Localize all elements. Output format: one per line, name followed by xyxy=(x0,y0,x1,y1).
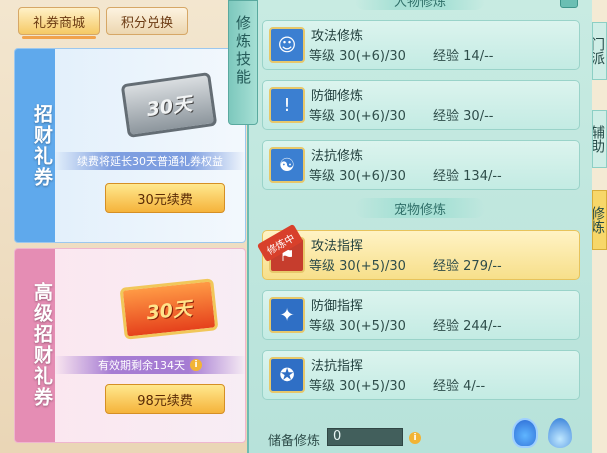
info-icon[interactable]: i xyxy=(409,432,421,444)
reserve-cultivation-field[interactable]: 0 xyxy=(327,428,403,446)
tab-points-exchange[interactable]: 积分兑换 xyxy=(106,7,188,35)
skill-name: 防御修炼 xyxy=(311,89,364,104)
card-title: 高级招财礼券 xyxy=(31,282,53,408)
skill-level: 等级 30(+6)/30 xyxy=(309,109,406,124)
renew-98-button[interactable]: 98元续费 xyxy=(105,384,225,414)
skill-name: 攻法修炼 xyxy=(311,29,364,44)
card-title: 招财礼券 xyxy=(31,104,53,188)
skill-name: 攻法指挥 xyxy=(311,239,364,254)
skill-level: 等级 30(+6)/30 xyxy=(309,169,406,184)
skill-exp: 经验 4/-- xyxy=(433,379,486,394)
skill-name: 法抗修炼 xyxy=(311,149,364,164)
skill-exp: 经验 279/-- xyxy=(433,259,502,274)
potion-icon[interactable] xyxy=(512,418,538,448)
taiji-icon: ☯ xyxy=(269,147,305,183)
cultivation-skills-tab[interactable]: 修炼技能 xyxy=(228,0,258,125)
skill-name: 法抗指挥 xyxy=(311,359,364,374)
skill-row[interactable]: ☺ 攻法修炼 等级 30(+6)/30 经验 14/-- xyxy=(262,20,580,70)
character-cultivation-header: 人物修炼 xyxy=(355,0,485,10)
skill-exp: 经验 14/-- xyxy=(433,49,494,64)
tab-label: 修炼技能 xyxy=(234,15,252,87)
tab-gift-shop[interactable]: 礼券商城 xyxy=(18,7,100,35)
skill-level: 等级 30(+6)/30 xyxy=(309,49,406,64)
pet-cultivation-header: 宠物修炼 xyxy=(355,198,485,218)
red-ticket-icon: 30天 xyxy=(119,278,219,340)
paw-badge-icon: ✪ xyxy=(269,357,305,393)
active-tab-underline xyxy=(22,36,96,39)
renew-30-button[interactable]: 30元续费 xyxy=(105,183,225,213)
help-icon[interactable] xyxy=(560,0,578,8)
skill-level: 等级 30(+5)/30 xyxy=(309,319,406,334)
skill-row[interactable]: ! 防御修炼 等级 30(+6)/30 经验 30/-- xyxy=(262,80,580,130)
skill-level: 等级 30(+5)/30 xyxy=(309,379,406,394)
attack-figure-icon: ☺ xyxy=(269,27,305,63)
paw-shield-icon: ✦ xyxy=(269,297,305,333)
skill-row[interactable]: ✦ 防御指挥 等级 30(+5)/30 经验 244/-- xyxy=(262,290,580,340)
reserve-cultivation-label: 储备修炼 xyxy=(268,434,321,449)
card-info: 有效期剩余134天 i xyxy=(54,356,246,374)
info-icon[interactable]: i xyxy=(190,359,202,371)
tab-cultivation[interactable]: 修炼 xyxy=(592,190,607,250)
validity-text: 有效期剩余134天 xyxy=(98,359,185,372)
skill-name: 防御指挥 xyxy=(311,299,364,314)
skill-row[interactable]: ☯ 法抗修炼 等级 30(+6)/30 经验 134/-- xyxy=(262,140,580,190)
tab-auxiliary[interactable]: 辅助 xyxy=(592,110,607,168)
skill-exp: 经验 30/-- xyxy=(433,109,494,124)
skill-row[interactable]: ✪ 法抗指挥 等级 30(+5)/30 经验 4/-- xyxy=(262,350,580,400)
skill-exp: 经验 134/-- xyxy=(433,169,502,184)
skill-exp: 经验 244/-- xyxy=(433,319,502,334)
skill-level: 等级 30(+5)/30 xyxy=(309,259,406,274)
card-info: 续费将延长30天普通礼券权益 xyxy=(54,152,246,170)
defense-shield-icon: ! xyxy=(269,87,305,123)
skill-row-active[interactable]: ⚑ 修炼中 攻法指挥 等级 30(+5)/30 经验 279/-- xyxy=(256,223,580,280)
tab-sect[interactable]: 门派 xyxy=(592,22,607,80)
